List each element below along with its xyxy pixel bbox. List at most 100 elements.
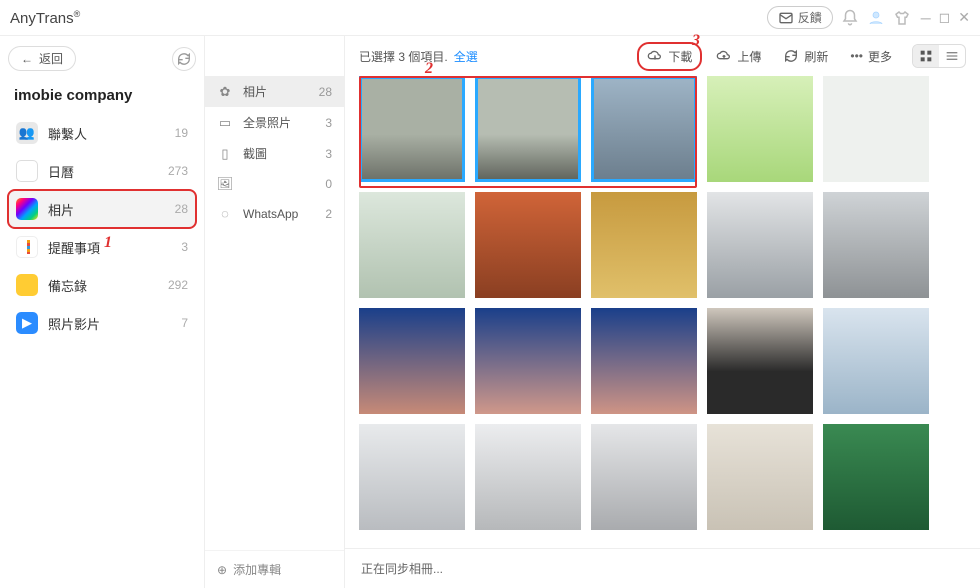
photo-thumb[interactable] [707, 424, 813, 530]
category-label: WhatsApp [243, 207, 315, 221]
minimize-button[interactable]: ─ [921, 10, 931, 26]
content-pane: 已選擇 3 個項目. 全選 2 3 下載 上傳 刷新 ••• 更多 [345, 36, 980, 588]
more-label: 更多 [868, 48, 892, 65]
refresh-label: 刷新 [804, 48, 828, 65]
photo-thumb[interactable] [823, 308, 929, 414]
notes-icon [16, 274, 38, 296]
titlebar: AnyTrans® 反饋 ─ ◻ ✕ [0, 0, 980, 36]
category-count: 0 [325, 177, 332, 191]
bell-icon [841, 9, 859, 27]
category-count: 3 [325, 116, 332, 130]
sidebar-item-count: 292 [168, 278, 188, 292]
sidebar-item-reminders[interactable]: 提醒事項 1 3 [8, 228, 196, 266]
category-item-image[interactable]: 🖼 0 [205, 169, 344, 199]
mail-icon [778, 10, 794, 26]
download-button[interactable]: 下載 [637, 42, 702, 71]
grid-icon [918, 48, 934, 64]
category-label: 全景照片 [243, 114, 315, 131]
photo-thumb[interactable] [359, 76, 465, 182]
photo-thumb[interactable] [707, 76, 813, 182]
feedback-button[interactable]: 反饋 [767, 6, 833, 29]
sidebar-item-label: 日曆 [48, 162, 168, 181]
photo-thumb[interactable] [359, 192, 465, 298]
account-button[interactable] [867, 9, 885, 27]
sidebar-item-count: 3 [181, 240, 188, 254]
back-label: 返回 [39, 50, 63, 67]
photo-thumb[interactable] [475, 424, 581, 530]
refresh-button[interactable]: 刷新 [775, 44, 836, 69]
bell-button[interactable] [841, 9, 859, 27]
flower-icon: ✿ [217, 84, 233, 100]
maximize-button[interactable]: ◻ [939, 9, 951, 26]
photo-grid [345, 76, 980, 548]
photo-thumb[interactable] [591, 76, 697, 182]
shirt-icon [893, 9, 911, 27]
app-name: AnyTrans [10, 10, 74, 27]
category-label: 相片 [243, 83, 309, 100]
photo-thumb[interactable] [707, 308, 813, 414]
sidebar-item-label: 聯繫人 [48, 124, 175, 143]
reg-mark: ® [74, 9, 81, 19]
feedback-label: 反饋 [798, 9, 822, 26]
app-title: AnyTrans® [10, 9, 80, 27]
photos-icon [16, 198, 38, 220]
sidebar-item-count: 28 [175, 202, 188, 216]
toolbar: 已選擇 3 個項目. 全選 2 3 下載 上傳 刷新 ••• 更多 [345, 36, 980, 76]
refresh-icon [783, 48, 799, 64]
category-column: ✿ 相片 28 ▭ 全景照片 3 ▯ 截圖 3 🖼 0 ◌ WhatsApp [205, 36, 345, 588]
photo-thumb[interactable] [707, 192, 813, 298]
photo-thumb[interactable] [591, 424, 697, 530]
photo-thumb[interactable] [591, 192, 697, 298]
close-button[interactable]: ✕ [958, 9, 970, 26]
contacts-icon: 👥 [16, 122, 38, 144]
sidebar-item-calendar[interactable]: 5 日曆 273 [8, 152, 196, 190]
category-item-photos[interactable]: ✿ 相片 28 [205, 76, 344, 107]
category-item-panorama[interactable]: ▭ 全景照片 3 [205, 107, 344, 138]
refresh-icon [176, 51, 192, 67]
more-icon: ••• [850, 49, 863, 63]
photo-thumb[interactable] [475, 308, 581, 414]
sidebar-item-notes[interactable]: 備忘錄 292 [8, 266, 196, 304]
add-album-button[interactable]: ⊕ 添加專輯 [205, 550, 344, 588]
sidebar-item-count: 7 [181, 316, 188, 330]
image-icon: 🖼 [217, 176, 233, 192]
photo-thumb[interactable] [359, 308, 465, 414]
shirt-button[interactable] [893, 9, 911, 27]
sidebar-item-imovie[interactable]: ▶ 照片影片 7 [8, 304, 196, 342]
download-label: 下載 [668, 48, 692, 65]
sidebar-item-photos[interactable]: 相片 28 [8, 190, 196, 228]
photo-thumb[interactable] [475, 192, 581, 298]
photo-thumb[interactable] [823, 424, 929, 530]
category-count: 28 [319, 85, 332, 99]
category-count: 3 [325, 147, 332, 161]
add-album-label: 添加專輯 [233, 561, 281, 578]
sidebar-item-count: 273 [168, 164, 188, 178]
select-all-link[interactable]: 全選 [454, 48, 478, 65]
calendar-icon: 5 [16, 160, 38, 182]
category-item-whatsapp[interactable]: ◌ WhatsApp 2 [205, 199, 344, 228]
upload-label: 上傳 [737, 48, 761, 65]
category-count: 2 [325, 207, 332, 221]
photo-thumb[interactable] [591, 308, 697, 414]
reminders-icon [16, 236, 38, 258]
status-bar: 正在同步相冊... [345, 548, 980, 588]
window-controls: ─ ◻ ✕ [921, 9, 970, 26]
more-button[interactable]: ••• 更多 [842, 44, 900, 69]
account-name: imobie company [14, 87, 190, 104]
view-list-button[interactable] [939, 45, 965, 67]
back-button[interactable]: ← 返回 [8, 46, 76, 71]
photo-thumb[interactable] [823, 192, 929, 298]
sidebar-refresh-button[interactable] [172, 47, 196, 71]
view-toggle [912, 44, 966, 68]
photo-thumb[interactable] [475, 76, 581, 182]
upload-button[interactable]: 上傳 [708, 44, 769, 69]
sidebar-item-contacts[interactable]: 👥 聯繫人 19 [8, 114, 196, 152]
photo-thumb[interactable] [359, 424, 465, 530]
category-item-screenshot[interactable]: ▯ 截圖 3 [205, 138, 344, 169]
cloud-upload-icon [716, 48, 732, 64]
category-label: 截圖 [243, 145, 315, 162]
photo-thumb[interactable] [823, 76, 929, 182]
whatsapp-icon: ◌ [217, 206, 233, 221]
status-text: 正在同步相冊... [361, 560, 443, 577]
view-grid-button[interactable] [913, 45, 939, 67]
